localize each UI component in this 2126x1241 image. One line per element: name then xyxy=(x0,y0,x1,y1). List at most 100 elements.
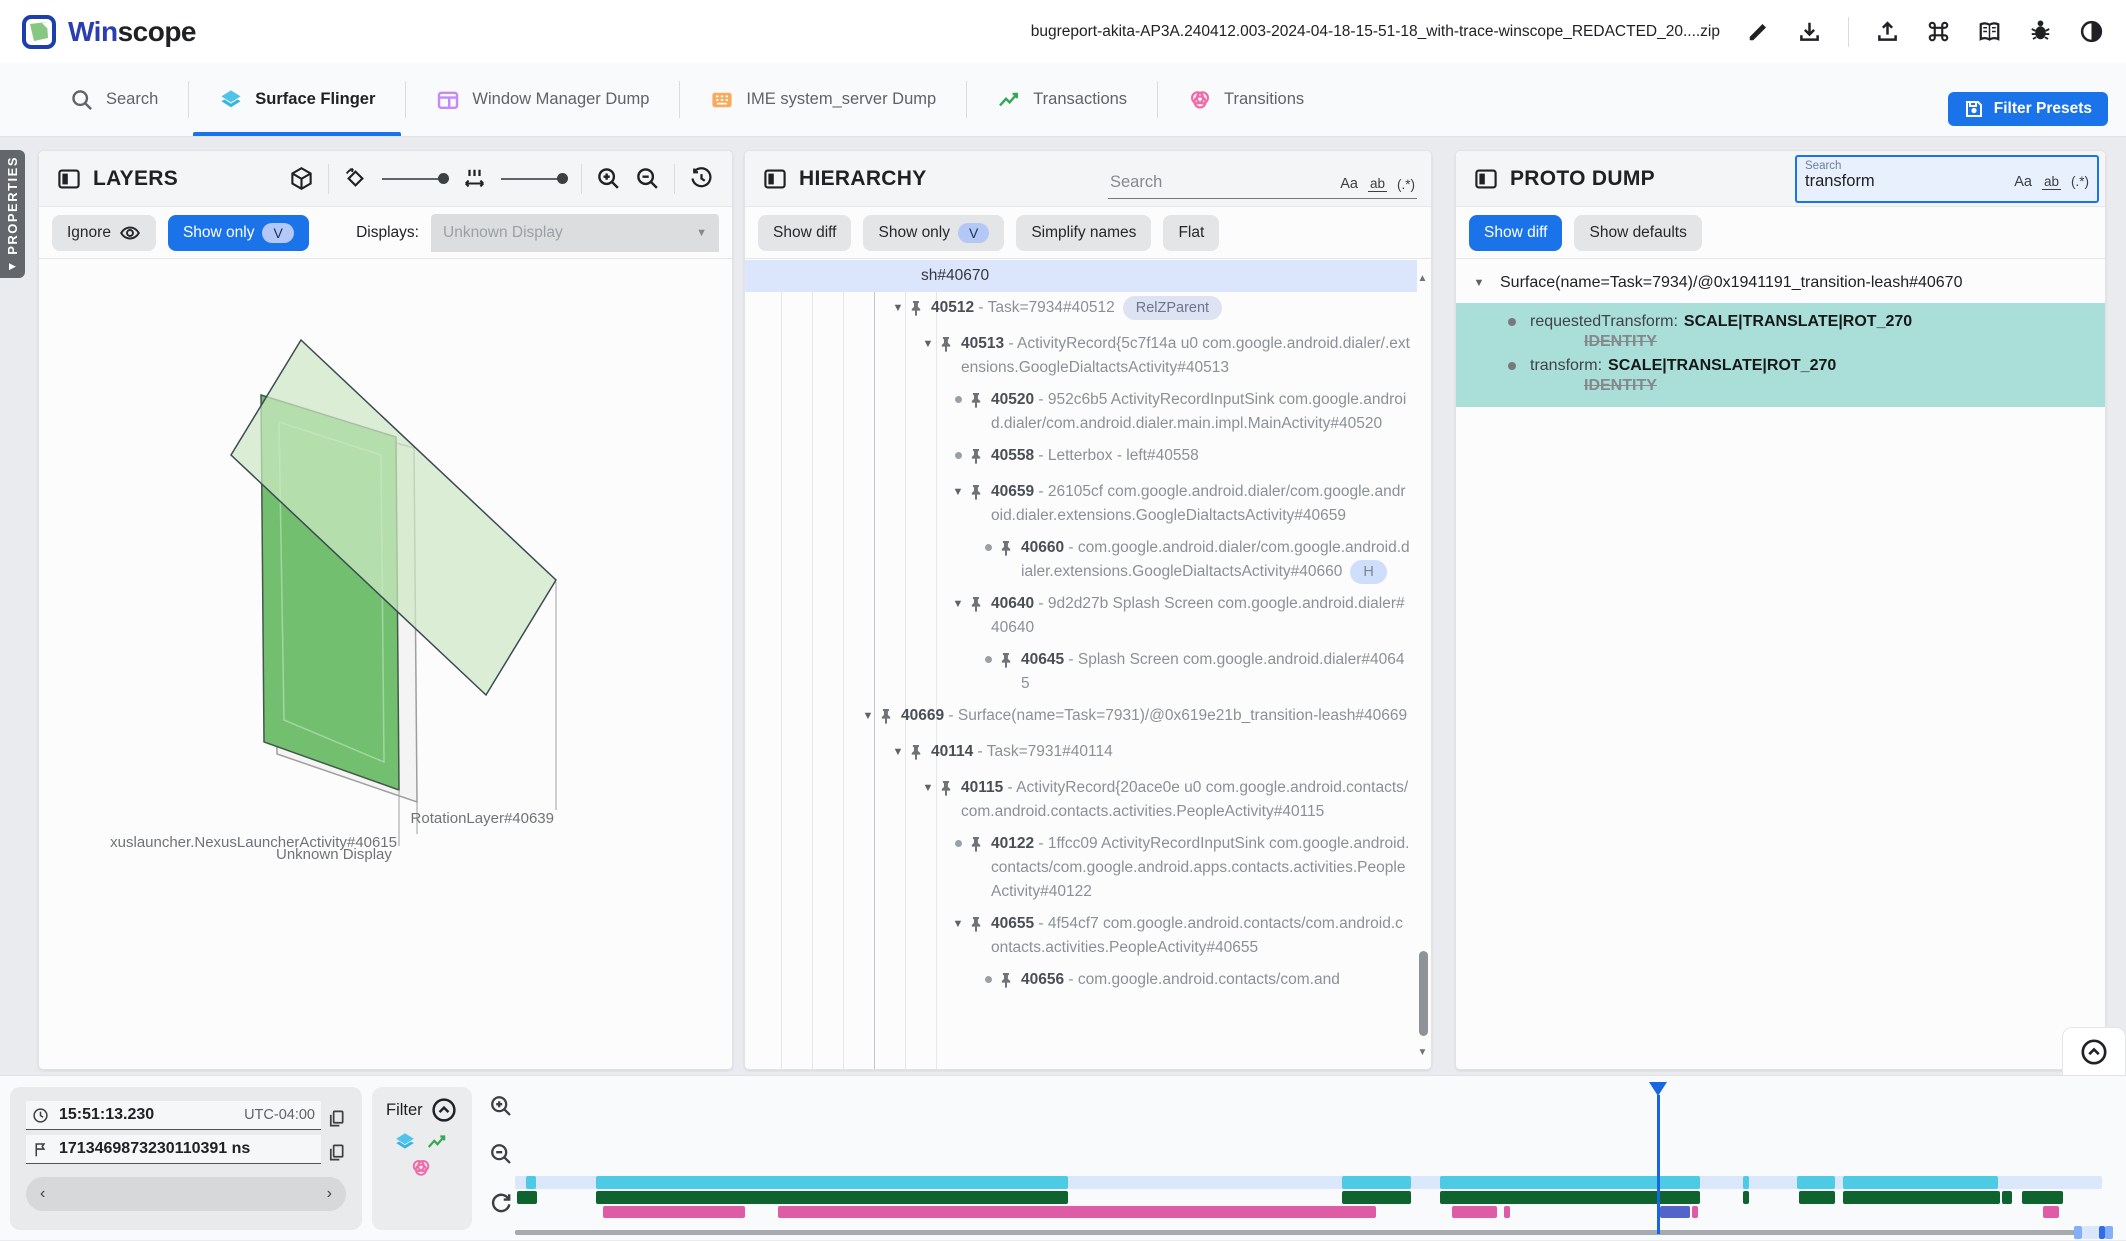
whole-word-icon[interactable]: ab xyxy=(1368,176,1387,192)
pin-icon[interactable] xyxy=(999,536,1021,564)
tree-node-40122[interactable]: 40122 - 1ffcc09 ActivityRecordInputSink … xyxy=(745,828,1417,908)
transactions-row-segment[interactable] xyxy=(1743,1191,1749,1204)
timeline-hscrollbar[interactable] xyxy=(515,1230,2077,1235)
regex-icon[interactable]: (.*) xyxy=(2071,174,2089,189)
tree-node-40520[interactable]: 40520 - 952c6b5 ActivityRecordInputSink … xyxy=(745,384,1417,440)
proto-root-node[interactable]: ▼ Surface(name=Task=7934)/@0x1941191_tra… xyxy=(1456,259,2105,303)
tree-node-40115[interactable]: ▼40115 - ActivityRecord{20ace0e u0 com.g… xyxy=(745,772,1417,828)
surface-flinger-row-segment[interactable] xyxy=(1342,1176,1411,1189)
property-row[interactable]: requestedTransform:SCALE|TRANSLATE|ROT_2… xyxy=(1456,309,2105,331)
transitions-row-segment[interactable] xyxy=(1692,1206,1698,1218)
proto-search-field[interactable]: Search transform Aa ab (.*) xyxy=(1795,155,2099,203)
pin-icon[interactable] xyxy=(969,832,991,860)
tree-node-40512[interactable]: ▼40512 - Task=7934#40512RelZParent xyxy=(745,292,1417,328)
hierarchy-search-field[interactable]: Search Aa ab (.*) xyxy=(1108,167,1417,199)
match-case-icon[interactable]: Aa xyxy=(1340,176,1358,192)
show-defaults-chip[interactable]: Show defaults xyxy=(1574,215,1701,251)
upload-icon[interactable] xyxy=(1875,19,1900,44)
surface-flinger-row-segment[interactable] xyxy=(1440,1176,1700,1189)
reset-view-icon[interactable] xyxy=(689,166,714,191)
tab-transitions[interactable]: Transitions xyxy=(1158,63,1334,136)
transactions-row-segment[interactable] xyxy=(2022,1191,2063,1204)
flat-chip[interactable]: Flat xyxy=(1163,215,1219,251)
collapse-arrow-icon[interactable]: ▼ xyxy=(857,704,879,728)
pin-icon[interactable] xyxy=(879,704,901,732)
regex-icon[interactable]: (.*) xyxy=(1397,177,1415,192)
transactions-row-segment[interactable] xyxy=(1440,1191,1700,1204)
transitions-row-segment[interactable] xyxy=(2043,1206,2059,1218)
hscrollbar-handle[interactable] xyxy=(2105,1226,2113,1239)
timeline-canvas[interactable] xyxy=(0,1076,2126,1241)
tree-node-40659[interactable]: ▼40659 - 26105cf com.google.android.dial… xyxy=(745,476,1417,532)
spacing-slider[interactable] xyxy=(501,178,567,180)
whole-word-icon[interactable]: ab xyxy=(2042,174,2061,190)
simplify-names-chip[interactable]: Simplify names xyxy=(1016,215,1151,251)
tree-node-40558[interactable]: 40558 - Letterbox - left#40558 xyxy=(745,440,1417,476)
report-bug-icon[interactable] xyxy=(2028,19,2053,44)
timeline-cursor-line[interactable] xyxy=(1657,1095,1660,1234)
properties-side-tab[interactable]: PROPERTIES ▶ xyxy=(0,150,25,278)
tab-search[interactable]: Search xyxy=(40,63,188,136)
edit-file-icon[interactable] xyxy=(1746,19,1771,44)
collapse-arrow-icon[interactable]: ▼ xyxy=(887,296,909,320)
collapse-arrow-icon[interactable]: ▼ xyxy=(947,480,969,504)
displays-select[interactable]: Unknown Display ▼ xyxy=(431,214,719,252)
show-diff-chip[interactable]: Show diff xyxy=(758,215,851,251)
transitions-row-segment[interactable] xyxy=(1452,1206,1497,1218)
scroll-down-arrow[interactable]: ▼ xyxy=(1416,1047,1429,1058)
surface-flinger-row-segment[interactable] xyxy=(596,1176,1068,1189)
filter-presets-button[interactable]: Filter Presets xyxy=(1948,92,2108,126)
timeline-cursor-head[interactable] xyxy=(1649,1082,1667,1096)
pin-icon[interactable] xyxy=(909,740,931,768)
pin-icon[interactable] xyxy=(939,776,961,804)
collapse-arrow-icon[interactable]: ▼ xyxy=(1468,271,1490,295)
tab-ime-system-server-dump[interactable]: IME system_server Dump xyxy=(680,63,966,136)
pin-icon[interactable] xyxy=(939,332,961,360)
shortcuts-icon[interactable] xyxy=(1926,19,1951,44)
transitions-row-active-segment[interactable] xyxy=(1660,1206,1690,1218)
surface-flinger-row-segment[interactable] xyxy=(1797,1176,1835,1189)
transactions-row-segment[interactable] xyxy=(517,1191,537,1204)
tree-node-40640[interactable]: ▼40640 - 9d2d27b Splash Screen com.googl… xyxy=(745,588,1417,644)
collapse-arrow-icon[interactable]: ▼ xyxy=(917,332,939,356)
tab-transactions[interactable]: Transactions xyxy=(967,63,1157,136)
tree-node[interactable]: sh#40670 xyxy=(745,260,1417,292)
match-case-icon[interactable]: Aa xyxy=(2014,174,2032,190)
rotation-slider[interactable] xyxy=(382,178,448,180)
layers-3d-view[interactable]: RotationLayer#40639xuslauncher.NexusLaun… xyxy=(39,260,732,1069)
surface-flinger-row-segment[interactable] xyxy=(1743,1176,1749,1189)
collapse-arrow-icon[interactable]: ▼ xyxy=(917,776,939,800)
transactions-row-segment[interactable] xyxy=(596,1191,1068,1204)
tab-surface-flinger[interactable]: Surface Flinger xyxy=(189,63,405,136)
timeline-collapse-tab[interactable] xyxy=(2062,1027,2126,1075)
scrollbar-thumb[interactable] xyxy=(1419,951,1428,1036)
zoom-in-icon[interactable] xyxy=(596,166,621,191)
pin-icon[interactable] xyxy=(969,480,991,508)
transactions-row-segment[interactable] xyxy=(1843,1191,2000,1204)
pin-icon[interactable] xyxy=(999,968,1021,996)
hscrollbar-handle[interactable] xyxy=(2082,1226,2099,1239)
property-row[interactable]: transform:SCALE|TRANSLATE|ROT_270 xyxy=(1456,353,2105,375)
tree-node-40513[interactable]: ▼40513 - ActivityRecord{5c7f14a u0 com.g… xyxy=(745,328,1417,384)
transitions-row-segment[interactable] xyxy=(778,1206,1376,1218)
pin-icon[interactable] xyxy=(999,648,1021,676)
tree-node-40645[interactable]: 40645 - Splash Screen com.google.android… xyxy=(745,644,1417,700)
pin-icon[interactable] xyxy=(969,444,991,472)
surface-flinger-row-segment[interactable] xyxy=(526,1176,536,1189)
pin-icon[interactable] xyxy=(969,912,991,940)
tab-window-manager-dump[interactable]: Window Manager Dump xyxy=(406,63,679,136)
tree-node-40656[interactable]: 40656 - com.google.android.contacts/com.… xyxy=(745,964,1417,1000)
collapse-arrow-icon[interactable]: ▼ xyxy=(947,592,969,616)
pin-icon[interactable] xyxy=(969,388,991,416)
collapse-arrow-icon[interactable]: ▼ xyxy=(887,740,909,764)
pin-icon[interactable] xyxy=(969,592,991,620)
dark-mode-toggle-icon[interactable] xyxy=(2079,19,2104,44)
surface-flinger-row-segment[interactable] xyxy=(1843,1176,1998,1189)
download-icon[interactable] xyxy=(1797,19,1822,44)
tree-node-40669[interactable]: ▼40669 - Surface(name=Task=7931)/@0x619e… xyxy=(745,700,1417,736)
transitions-row-segment[interactable] xyxy=(603,1206,745,1218)
pin-icon[interactable] xyxy=(909,296,931,324)
transactions-row-segment[interactable] xyxy=(2002,1191,2012,1204)
tree-node-40660[interactable]: 40660 - com.google.android.dialer/com.go… xyxy=(745,532,1417,588)
transactions-row-segment[interactable] xyxy=(1342,1191,1411,1204)
